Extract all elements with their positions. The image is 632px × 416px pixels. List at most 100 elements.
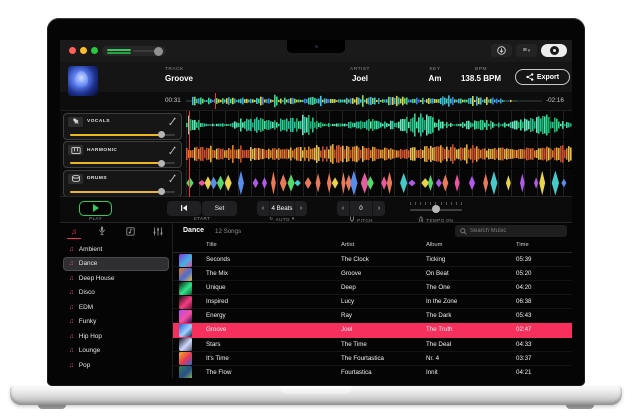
stem-waveforms[interactable] (186, 111, 572, 197)
library-section: ♫ Dance 12 Songs Search Music ♫ Ambient … (60, 222, 572, 378)
bpm-value: 138.5 BPM (460, 74, 502, 83)
drums-stem-control[interactable]: DRUMS (63, 169, 182, 197)
cell-artist: Groove (341, 270, 362, 278)
cell-time: 05:43 (516, 312, 532, 320)
track-row[interactable]: Inspired Lucy In the Zone 06:38 (173, 295, 572, 310)
laptop-screen: ≡ ▾ TRACK Groove ARTIST Joel KEY Am BPM … (47, 18, 585, 386)
vocals-stem-control[interactable]: VOCALS (63, 112, 182, 140)
slider-knob[interactable] (158, 131, 166, 138)
beats-decrease-button[interactable]: ‹ (257, 201, 269, 216)
tempo-knob[interactable] (432, 205, 440, 213)
key-value: Am (428, 74, 442, 83)
slider-knob[interactable] (158, 188, 166, 195)
skip-to-start-button[interactable] (167, 200, 201, 216)
transport-bar: PLAY Set START ‹ 4 Beats › ↻ AUTO ▾ ‹ 0 … (60, 196, 572, 224)
sidebar-item-pop[interactable]: ♫ Pop (63, 358, 169, 373)
sidebar-item-ambient[interactable]: ♫ Ambient (63, 242, 169, 257)
vocals-waveform (186, 111, 572, 140)
vocals-volume-slider[interactable] (70, 131, 175, 139)
column-artist[interactable]: Artist (341, 242, 354, 248)
track-table-body: Seconds The Clock Ticking 05:39 The Mix Groov… (173, 253, 572, 378)
beats-increase-button[interactable]: › (295, 201, 307, 216)
mute-slash-icon (169, 146, 176, 154)
set-cue-button[interactable]: Set (202, 200, 237, 216)
genre-label: Ambient (78, 245, 103, 253)
track-row[interactable]: Seconds The Clock Ticking 05:39 (173, 253, 572, 268)
column-title[interactable]: Title (206, 242, 217, 248)
track-artwork (179, 281, 192, 295)
cell-title: The Mix (206, 270, 229, 278)
play-button[interactable] (79, 200, 112, 216)
track-row[interactable]: It's Time The Fourtastica Nr. 4 03:37 (173, 352, 572, 366)
tab-sampler[interactable] (144, 223, 172, 239)
cell-album: Nr. 4 (426, 354, 440, 362)
track-label: TRACK (165, 67, 184, 72)
beats-value: 4 Beats (269, 200, 295, 216)
tab-microphone[interactable] (88, 223, 116, 239)
export-button[interactable]: Export (515, 69, 570, 85)
harmonic-mute-button[interactable] (169, 146, 176, 155)
genre-label: Deep House (78, 274, 115, 282)
sidebar-item-lounge[interactable]: ♫ Lounge (63, 344, 169, 359)
playlist-name: Dance (183, 227, 205, 234)
track-table: Title Artist Album Time Seconds The Clock… (172, 239, 572, 378)
track-row[interactable]: Unique Deep The One 04:20 (173, 281, 572, 296)
music-note-icon: ♫ (69, 260, 74, 268)
vocals-mute-button[interactable] (169, 117, 176, 126)
overview-waveform[interactable] (186, 93, 545, 109)
zoom-window-button[interactable] (91, 47, 98, 54)
search-box[interactable] (455, 225, 567, 237)
track-row[interactable]: Groove Joel The Truth 02:47 (173, 323, 572, 338)
track-artwork (179, 295, 192, 309)
download-button[interactable] (491, 44, 512, 57)
song-count: 12 Songs (215, 227, 242, 235)
track-artwork (179, 352, 192, 366)
cell-time: 05:20 (516, 270, 532, 278)
key-label: KEY (429, 67, 441, 72)
bpm-label: BPM (475, 67, 487, 72)
crossfader[interactable] (102, 46, 166, 56)
search-input[interactable] (470, 228, 562, 234)
sidebar-item-funky[interactable]: ♫ Funky (63, 315, 169, 330)
search-icon (460, 227, 467, 235)
cell-time: 04:20 (516, 284, 532, 292)
harmonic-volume-slider[interactable] (70, 159, 175, 167)
cell-artist: Lucy (341, 298, 355, 306)
sidebar-item-edm[interactable]: ♫ EDM (63, 300, 169, 315)
slider-knob[interactable] (158, 159, 166, 167)
tab-music-library[interactable]: ♫ (60, 223, 88, 239)
play-icon (92, 204, 99, 212)
drums-volume-slider[interactable] (70, 188, 175, 196)
track-row[interactable]: Energy Ray The Dark 05:43 (173, 309, 572, 324)
column-album[interactable]: Album (426, 242, 442, 248)
sidebar-item-deep-house[interactable]: ♫ Deep House (63, 271, 169, 286)
cell-album: The Truth (426, 326, 453, 334)
close-window-button[interactable] (69, 47, 76, 54)
album-box-icon (125, 226, 135, 236)
harmonic-stem-control[interactable]: HARMONIC (63, 141, 182, 168)
app-logo-button[interactable] (541, 44, 567, 57)
sidebar-item-dance[interactable]: ♫ Dance (63, 256, 169, 271)
cell-time: 04:33 (516, 340, 532, 348)
minimize-window-button[interactable] (80, 47, 87, 54)
stems-playhead[interactable] (189, 111, 190, 197)
sidebar-item-disco[interactable]: ♫ Disco (63, 286, 169, 301)
track-row[interactable]: Stars The Time The Deal 04:33 (173, 338, 572, 352)
track-row[interactable]: The Mix Groove On Beat 05:20 (173, 267, 572, 282)
track-row[interactable]: The Flow Fourtastica Innit 04:21 (173, 366, 572, 378)
column-time[interactable]: Time (516, 242, 529, 248)
overview-playhead[interactable] (215, 93, 216, 109)
cell-artist: The Fourtastica (341, 354, 384, 362)
menu-button[interactable]: ≡ ▾ (516, 44, 537, 57)
crossfader-knob[interactable] (154, 46, 163, 56)
track-artwork (179, 253, 192, 267)
pitch-decrease-button[interactable]: ‹ (337, 201, 349, 216)
pitch-stepper: ‹ 0 › (337, 200, 385, 216)
tab-albums[interactable] (116, 223, 144, 239)
pitch-increase-button[interactable]: › (373, 201, 385, 216)
level-meter (107, 49, 131, 51)
microphone-icon (68, 116, 83, 127)
sidebar-item-hip-hop[interactable]: ♫ Hip Hop (63, 329, 169, 344)
cell-title: Unique (206, 284, 226, 292)
drums-mute-button[interactable] (169, 174, 176, 183)
